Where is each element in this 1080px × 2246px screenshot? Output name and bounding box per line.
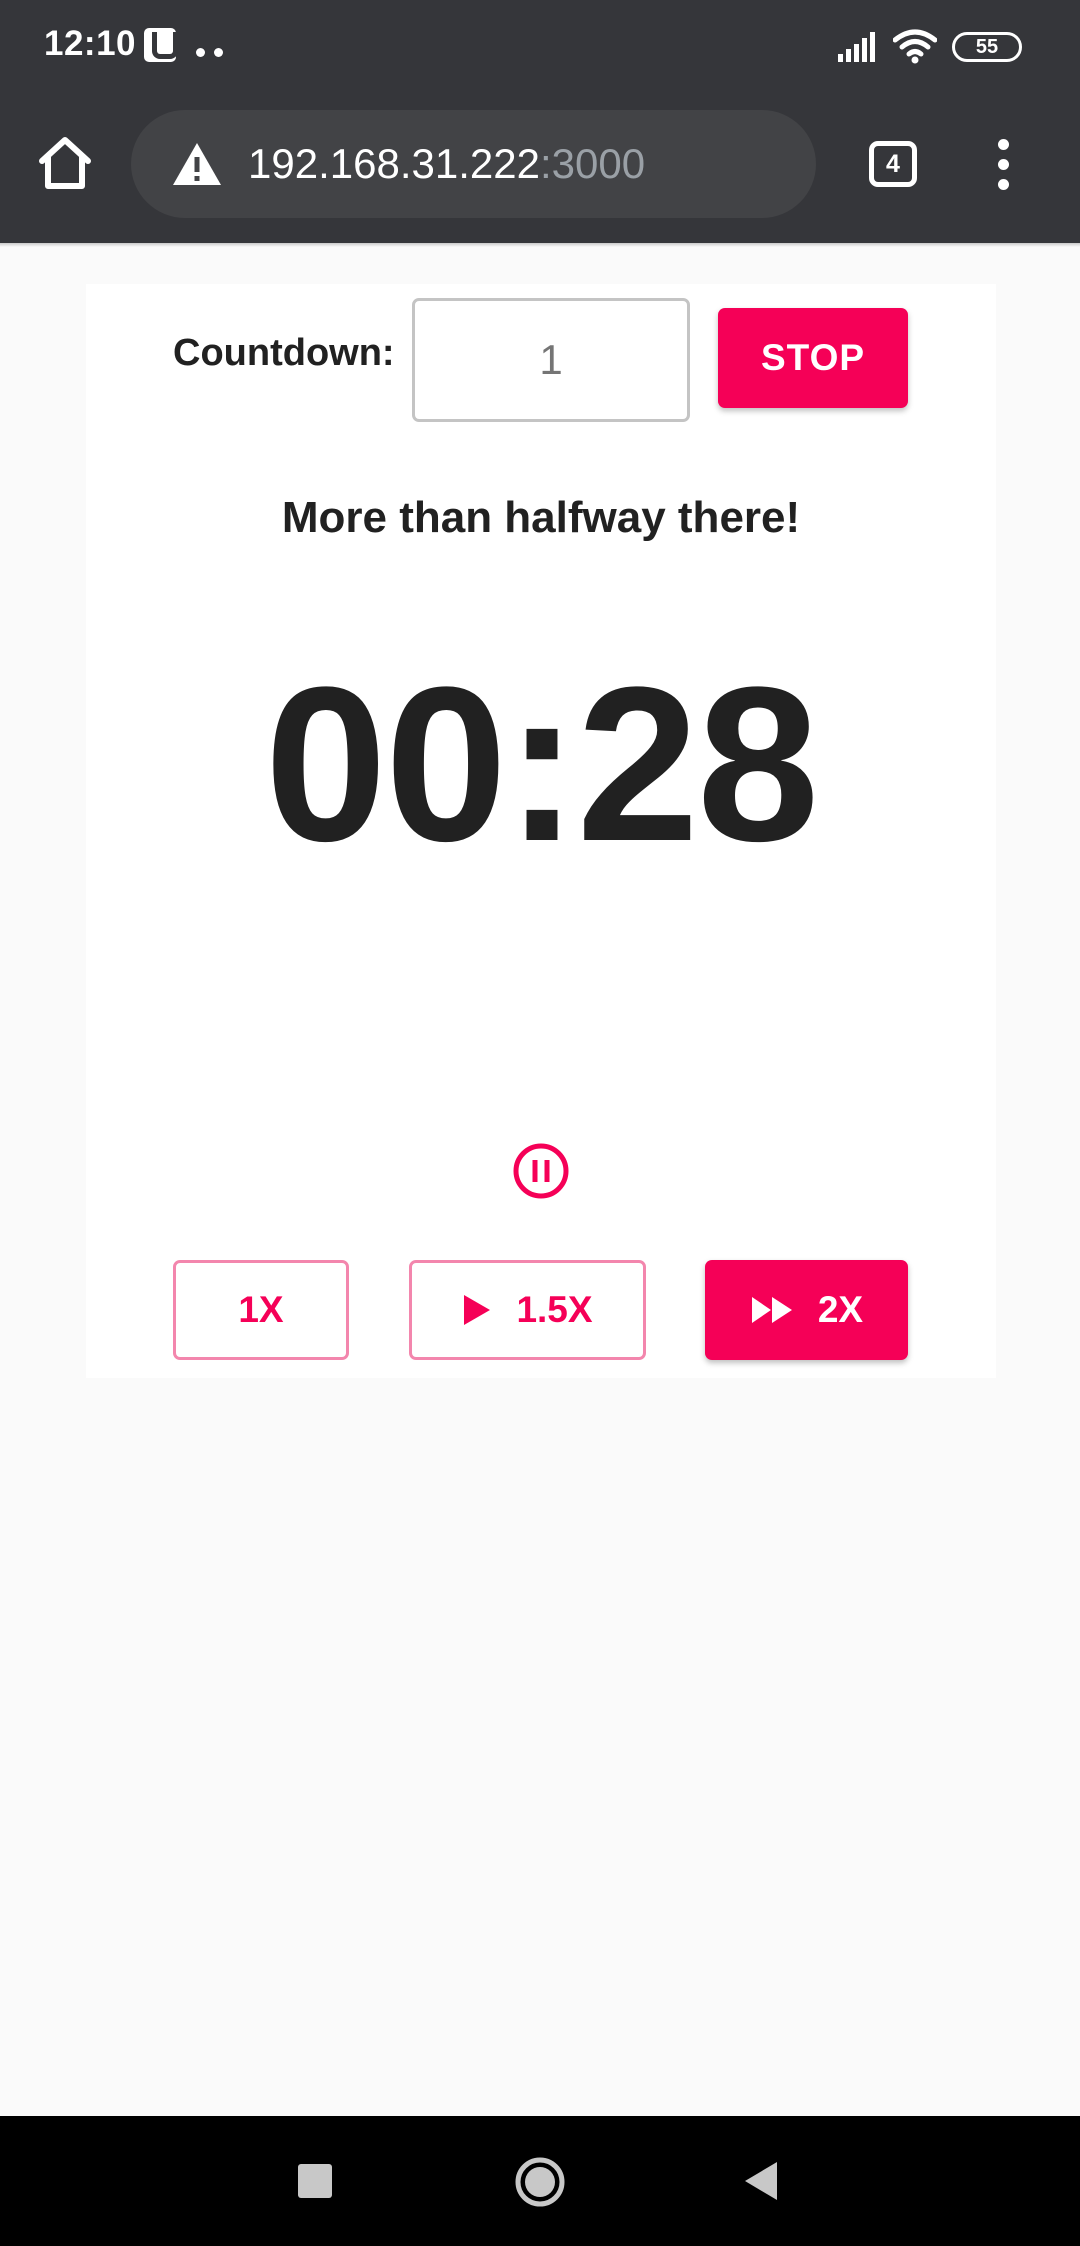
status-time: 12:10 [44, 24, 137, 63]
fast-forward-icon [751, 1297, 792, 1323]
dots-icon [196, 44, 232, 62]
speed-2x-button[interactable]: 2X [705, 1260, 908, 1360]
countdown-label: Countdown: [173, 332, 395, 374]
tabs-icon[interactable]: 4 [869, 141, 917, 187]
countdown-input[interactable] [412, 298, 690, 422]
home-icon[interactable] [36, 134, 94, 192]
status-bar: 12:10 55 [0, 0, 1080, 95]
status-message: More than halfway there! [281, 493, 801, 542]
signal-icon [838, 32, 875, 62]
speed-1x-label: 1X [238, 1289, 284, 1330]
browser-toolbar: 192.168.31.222:3000 4 [0, 95, 1080, 243]
system-nav-bar [0, 2116, 1080, 2246]
url-text[interactable]: 192.168.31.222:3000 [248, 140, 645, 188]
speed-1-5x-button[interactable]: 1.5X [409, 1260, 646, 1360]
play-icon [464, 1295, 491, 1325]
speed-1-5x-label: 1.5X [516, 1289, 593, 1330]
speed-1x-button[interactable]: 1X [173, 1260, 349, 1360]
speed-2x-label: 2X [817, 1289, 864, 1330]
more-vert-icon[interactable] [990, 139, 1016, 191]
stop-button[interactable]: STOP [718, 308, 908, 408]
home-circle-icon[interactable] [514, 2156, 566, 2208]
recents-icon[interactable] [298, 2164, 332, 2198]
warning-icon[interactable] [171, 141, 223, 187]
pause-circle-icon[interactable] [512, 1142, 570, 1200]
wifi-icon [893, 29, 937, 64]
timer-display: 00:28 [264, 641, 820, 887]
url-bar[interactable]: 192.168.31.222:3000 [131, 110, 816, 218]
toolbar-shadow [0, 243, 1080, 247]
battery-level: 55 [975, 36, 999, 58]
url-port: :3000 [539, 140, 646, 187]
battery-icon: 55 [952, 32, 1022, 62]
u-icon [144, 28, 178, 62]
url-host: 192.168.31.222 [248, 140, 540, 187]
back-icon[interactable] [743, 2160, 779, 2202]
